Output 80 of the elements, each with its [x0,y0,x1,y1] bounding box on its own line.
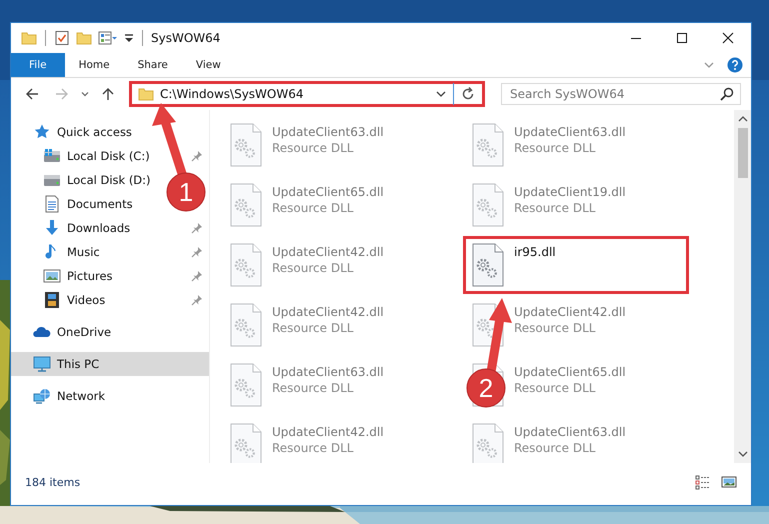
gear-file-icon [230,183,262,227]
close-icon [722,32,734,44]
file-name: UpdateClient65.dll [272,185,384,199]
star-icon [33,123,51,141]
recent-locations-icon[interactable] [81,90,89,98]
file-type: Resource DLL [514,201,596,215]
back-icon[interactable] [25,87,39,101]
up-icon[interactable] [101,87,115,101]
file-name: UpdateClient63.dll [272,125,384,139]
scrollbar-thumb[interactable] [738,128,748,178]
document-icon [43,195,61,213]
ribbon-tab[interactable]: Home [64,53,124,77]
file-name: UpdateClient19.dll [514,185,626,199]
large-icons-view-icon[interactable] [721,474,737,490]
scrollbar[interactable] [734,110,751,463]
search-icon[interactable] [720,87,734,101]
sidebar-item[interactable]: Quick access [11,120,209,144]
help-icon[interactable] [727,57,743,73]
sidebar-item[interactable]: Network [11,384,209,408]
gear-file-icon [472,183,504,227]
ribbon-tab[interactable]: View [182,53,235,77]
file-name: UpdateClient63.dll [272,365,384,379]
file-type: Resource DLL [514,441,596,455]
network-icon [33,387,51,405]
drive-icon [43,147,61,165]
download-arrow-icon [43,219,61,237]
sidebar-item[interactable]: This PC [11,352,209,376]
customize-toolbar-icon[interactable] [124,33,134,43]
ribbon-tab[interactable]: Share [124,53,182,77]
picture-icon [43,267,61,285]
gear-file-icon [230,303,262,347]
sidebar-item[interactable]: Videos [11,288,209,312]
scroll-up-icon[interactable] [738,115,748,123]
file-name: UpdateClient42.dll [272,305,384,319]
file-name: UpdateClient42.dll [272,425,384,439]
gear-file-icon [472,423,504,463]
file-type: Resource DLL [272,261,354,275]
maximize-icon [676,32,688,44]
file-name: UpdateClient65.dll [514,365,626,379]
file-type: Resource DLL [514,321,596,335]
gear-file-icon [230,243,262,287]
file-type: Resource DLL [514,381,596,395]
search-field[interactable]: Search SysWOW64 [501,83,741,105]
file-type: Resource DLL [514,141,596,155]
sidebar-item[interactable]: Local Disk (C:) [11,144,209,168]
properties-icon[interactable] [54,30,70,46]
window-title: SysWOW64 [151,31,220,45]
gear-file-icon [230,363,262,407]
address-path: C:\Windows\SysWOW64 [160,87,304,101]
gear-file-icon [230,123,262,167]
file-name: UpdateClient63.dll [514,125,626,139]
gear-file-icon [230,423,262,463]
address-field[interactable]: C:\Windows\SysWOW64 [129,81,485,107]
monitor-icon [33,355,51,373]
file-type: Resource DLL [272,141,354,155]
folder-icon [138,86,154,102]
highlighted-file-item[interactable]: ir95.dll [463,236,689,294]
view-options-icon[interactable] [98,30,118,46]
sidebar-item[interactable]: Music [11,240,209,264]
sidebar-item[interactable]: Downloads [11,216,209,240]
file-menu-tab[interactable]: File [11,53,65,77]
file-type: Resource DLL [272,321,354,335]
step-badge: 2 [466,368,506,408]
step-badge: 1 [166,172,206,212]
gear-file-icon [472,243,504,287]
film-icon [43,291,61,309]
scroll-down-icon[interactable] [738,450,748,458]
file-name: UpdateClient42.dll [272,245,384,259]
file-type: Resource DLL [272,381,354,395]
sidebar-item[interactable]: Pictures [11,264,209,288]
file-type: Resource DLL [272,201,354,215]
details-view-icon[interactable] [695,474,711,490]
refresh-icon[interactable] [460,86,476,102]
file-name: ir95.dll [514,245,556,259]
gear-file-icon [472,123,504,167]
item-count: 184 items [25,476,80,488]
file-name: UpdateClient63.dll [514,425,626,439]
file-type: Resource DLL [272,441,354,455]
sidebar-item[interactable]: OneDrive [11,320,209,344]
file-name: UpdateClient42.dll [514,305,626,319]
